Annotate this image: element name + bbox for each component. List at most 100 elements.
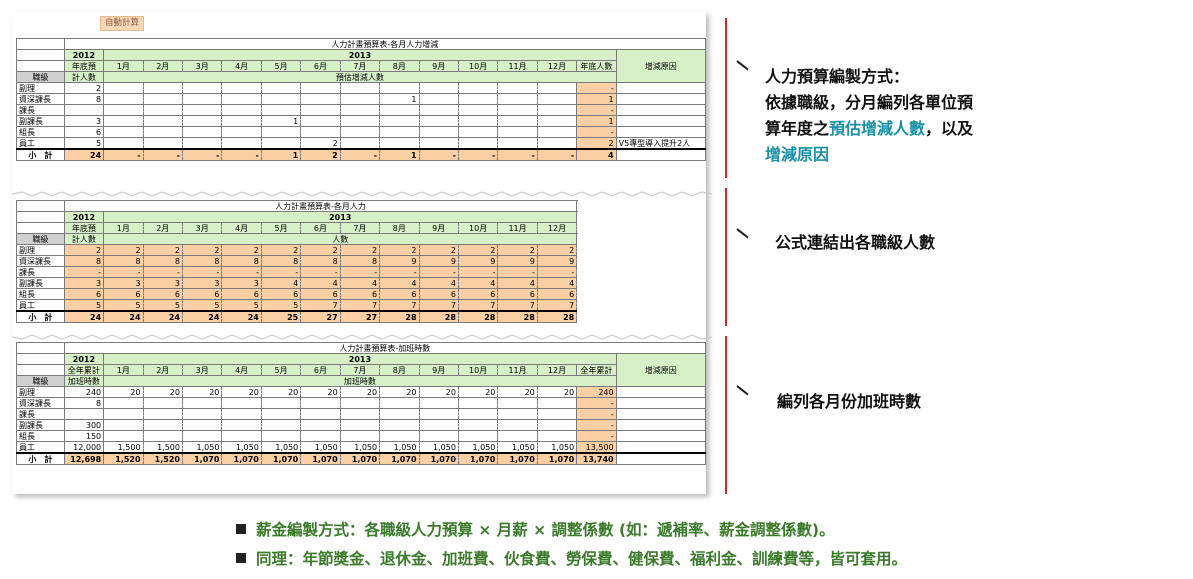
month-value-cell	[536, 430, 578, 442]
month-value-cell: 6	[181, 288, 223, 300]
prev-year-cell: 8	[63, 255, 105, 267]
month-value-cell	[300, 408, 341, 420]
rank-cell: 課長	[16, 408, 65, 420]
reason-cell	[615, 441, 707, 454]
month-value-cell: 1,050	[418, 441, 459, 454]
month-value-cell	[536, 126, 578, 138]
subtotal-month: 1,070	[221, 452, 262, 465]
month-value-cell	[260, 93, 302, 105]
month-value-cell	[221, 419, 262, 431]
month-value-cell	[103, 408, 144, 420]
reason-cell	[615, 386, 707, 398]
month-value-cell: 5	[221, 299, 262, 312]
month-value-cell	[418, 397, 459, 409]
month-value-cell: 1	[260, 115, 302, 127]
month-header: 7月	[339, 60, 381, 72]
month-value-cell: 6	[497, 288, 538, 300]
month-value-cell: 4	[497, 277, 538, 289]
month-value-cell	[418, 430, 459, 442]
month-value-cell	[181, 408, 223, 420]
month-value-cell	[497, 82, 538, 94]
month-value-cell: 1,500	[142, 441, 183, 454]
month-value-cell	[142, 104, 183, 116]
month-value-cell	[457, 82, 499, 94]
subtotal-prev: 24	[63, 148, 105, 161]
month-value-cell: 2	[457, 244, 499, 256]
year-end-cell: -	[576, 82, 617, 94]
month-value-cell	[103, 397, 144, 409]
subtotal-month: 1,070	[457, 452, 499, 465]
month-value-cell: -	[300, 266, 341, 278]
month-header: 1月	[103, 222, 144, 234]
prev-year-cell: 6	[63, 288, 105, 300]
month-header: 1月	[103, 60, 144, 72]
rank-cell: 副理	[16, 386, 65, 398]
reason-cell	[615, 126, 707, 138]
month-value-cell	[221, 93, 262, 105]
month-value-cell: -	[497, 266, 538, 278]
month-header: 6月	[300, 60, 341, 72]
month-value-cell	[300, 115, 341, 127]
month-header: 9月	[418, 222, 459, 234]
subtotal-month: 1,520	[142, 452, 183, 465]
month-value-cell: 6	[103, 288, 144, 300]
subtotal-reason	[615, 452, 707, 465]
bullet-item: 薪金編製方式：各職級人力預算 × 月薪 × 調整係數 (如：遞補率、薪金調整係數…	[236, 518, 835, 540]
month-value-cell	[103, 419, 144, 431]
subtotal-month: 2	[300, 148, 341, 161]
auto-calculate-button[interactable]: 自動計算	[100, 16, 144, 31]
month-value-cell: 7	[339, 299, 381, 312]
month-value-cell	[221, 408, 262, 420]
month-value-cell	[457, 397, 499, 409]
month-value-cell: 20	[260, 386, 302, 398]
month-value-cell	[497, 93, 538, 105]
month-value-cell	[181, 126, 223, 138]
subtotal-month: 28	[536, 310, 578, 323]
month-value-cell: 2	[103, 244, 144, 256]
month-value-cell	[103, 126, 144, 138]
subtotal-label: 小 計	[16, 310, 65, 323]
month-value-cell	[181, 430, 223, 442]
rank-cell: 資深課長	[16, 397, 65, 409]
month-value-cell	[379, 419, 420, 431]
month-value-cell: 7	[300, 299, 341, 312]
total-cell: 240	[576, 386, 617, 398]
month-value-cell	[379, 397, 420, 409]
reason-cell	[615, 93, 707, 105]
prev-year-cell: 6	[63, 126, 105, 138]
month-header: 12月	[536, 364, 578, 376]
month-value-cell: 6	[418, 288, 459, 300]
month-value-cell	[339, 126, 381, 138]
month-value-cell: 20	[300, 386, 341, 398]
month-value-cell	[300, 82, 341, 94]
month-value-cell	[142, 408, 183, 420]
month-value-cell: 8	[103, 255, 144, 267]
month-value-cell	[379, 82, 420, 94]
month-value-cell: 4	[418, 277, 459, 289]
prev-year-header-2: 計人數	[63, 233, 105, 245]
month-value-cell	[339, 408, 381, 420]
month-value-cell	[536, 419, 578, 431]
month-value-cell	[300, 430, 341, 442]
month-header: 11月	[497, 222, 538, 234]
headcount-table: 人力計畫預算表-各月人力 2012 2013 年底預 1月 2月 3月 4月 5月 6月 7…	[16, 200, 706, 323]
subtotal-month: -	[536, 148, 578, 161]
month-header: 5月	[260, 60, 302, 72]
prev-year-cell: 2	[63, 82, 105, 94]
group-header: 預估增減人數	[103, 71, 617, 83]
month-value-cell	[497, 104, 538, 116]
year-2012: 2012	[63, 353, 105, 365]
month-value-cell	[418, 137, 459, 150]
month-value-cell	[181, 419, 223, 431]
subtotal-month: 24	[221, 310, 262, 323]
month-value-cell	[418, 82, 459, 94]
subtotal-month: 1,070	[260, 452, 302, 465]
month-value-cell: 20	[142, 386, 183, 398]
month-value-cell: 2	[181, 244, 223, 256]
subtotal-prev: 24	[63, 310, 105, 323]
month-value-cell	[260, 397, 302, 409]
month-value-cell: 4	[457, 277, 499, 289]
month-value-cell: 8	[181, 255, 223, 267]
month-value-cell: 3	[221, 277, 262, 289]
month-value-cell	[536, 82, 578, 94]
